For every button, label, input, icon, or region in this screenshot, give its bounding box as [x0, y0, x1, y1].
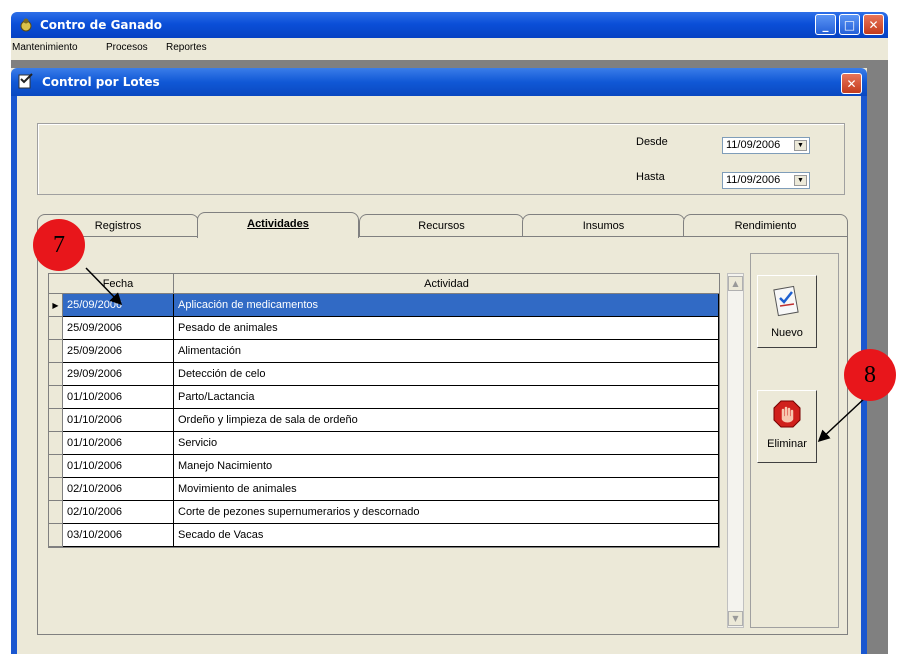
scroll-down-icon[interactable]: ▼	[728, 611, 743, 626]
actividad-cell[interactable]: Secado de Vacas	[174, 524, 719, 547]
app-icon	[20, 18, 32, 32]
hasta-label: Hasta	[636, 171, 665, 183]
row-indicator[interactable]	[49, 455, 63, 478]
eliminar-label: Eliminar	[767, 438, 807, 450]
row-indicator[interactable]	[49, 363, 63, 386]
window-border	[11, 96, 17, 654]
row-indicator[interactable]: ▶	[49, 294, 63, 317]
fecha-cell[interactable]: 29/09/2006	[63, 363, 174, 386]
actividad-cell[interactable]: Servicio	[174, 432, 719, 455]
hasta-date-picker[interactable]: 11/09/2006 ▼	[722, 172, 810, 189]
menu-procesos[interactable]: Procesos	[106, 42, 148, 53]
new-document-icon	[773, 285, 799, 317]
column-header-fecha[interactable]: Fecha	[63, 274, 174, 294]
row-indicator[interactable]	[49, 340, 63, 363]
actividad-cell[interactable]: Pesado de animales	[174, 317, 719, 340]
window-close-button[interactable]: ✕	[841, 73, 862, 94]
actividad-cell[interactable]: Aplicación de medicamentos	[174, 294, 719, 317]
actividad-cell[interactable]: Corte de pezones supernumerarios y desco…	[174, 501, 719, 524]
nuevo-label: Nuevo	[771, 327, 803, 339]
actividad-cell[interactable]: Detección de celo	[174, 363, 719, 386]
row-indicator[interactable]	[49, 317, 63, 340]
actividad-cell[interactable]: Movimiento de animales	[174, 478, 719, 501]
fecha-cell[interactable]: 02/10/2006	[63, 478, 174, 501]
desde-date-picker[interactable]: 11/09/2006 ▼	[722, 137, 810, 154]
actividad-cell[interactable]: Alimentación	[174, 340, 719, 363]
scroll-up-icon[interactable]: ▲	[728, 276, 743, 291]
callout-badge-8: 8	[844, 349, 896, 401]
checklist-icon	[18, 73, 33, 89]
actividad-cell[interactable]: Parto/Lactancia	[174, 386, 719, 409]
tab-rendimiento[interactable]: Rendimiento	[683, 214, 848, 236]
desde-date-value: 11/09/2006	[726, 139, 781, 151]
column-header-actividad[interactable]: Actividad	[174, 274, 719, 294]
chevron-down-icon[interactable]: ▼	[794, 140, 807, 151]
stop-hand-icon	[773, 400, 801, 428]
row-indicator[interactable]	[49, 386, 63, 409]
hasta-date-value: 11/09/2006	[726, 174, 781, 186]
app-title: Contro de Ganado	[40, 18, 162, 32]
fecha-cell[interactable]: 01/10/2006	[63, 455, 174, 478]
maximize-button[interactable]: □	[839, 14, 860, 35]
vertical-scrollbar[interactable]	[727, 273, 744, 628]
eliminar-button[interactable]: Eliminar	[757, 390, 817, 463]
close-button[interactable]: ✕	[863, 14, 884, 35]
fecha-cell[interactable]: 25/09/2006	[63, 340, 174, 363]
fecha-cell[interactable]: 25/09/2006	[63, 317, 174, 340]
tab-actividades[interactable]: Actividades	[197, 212, 359, 238]
tab-recursos[interactable]: Recursos	[359, 214, 524, 236]
callout-badge-7: 7	[33, 219, 85, 271]
chevron-down-icon[interactable]: ▼	[794, 175, 807, 186]
minimize-button[interactable]: _	[815, 14, 836, 35]
desde-label: Desde	[636, 136, 668, 148]
tab-insumos[interactable]: Insumos	[522, 214, 685, 236]
grid-corner	[49, 274, 63, 294]
row-indicator[interactable]	[49, 524, 63, 547]
fecha-cell[interactable]: 02/10/2006	[63, 501, 174, 524]
row-indicator[interactable]	[49, 501, 63, 524]
fecha-cell[interactable]: 01/10/2006	[63, 386, 174, 409]
fecha-cell[interactable]: 25/09/2006	[63, 294, 174, 317]
row-indicator[interactable]	[49, 478, 63, 501]
fecha-cell[interactable]: 03/10/2006	[63, 524, 174, 547]
menu-reportes[interactable]: Reportes	[166, 42, 207, 53]
actividad-cell[interactable]: Ordeño y limpieza de sala de ordeño	[174, 409, 719, 432]
row-indicator[interactable]	[49, 409, 63, 432]
fecha-cell[interactable]: 01/10/2006	[63, 432, 174, 455]
menu-mantenimiento[interactable]: Mantenimiento	[12, 42, 78, 53]
actividad-cell[interactable]: Manejo Nacimiento	[174, 455, 719, 478]
nuevo-button[interactable]: Nuevo	[757, 275, 817, 348]
row-indicator[interactable]	[49, 432, 63, 455]
fecha-cell[interactable]: 01/10/2006	[63, 409, 174, 432]
window-title: Control por Lotes	[42, 75, 160, 89]
